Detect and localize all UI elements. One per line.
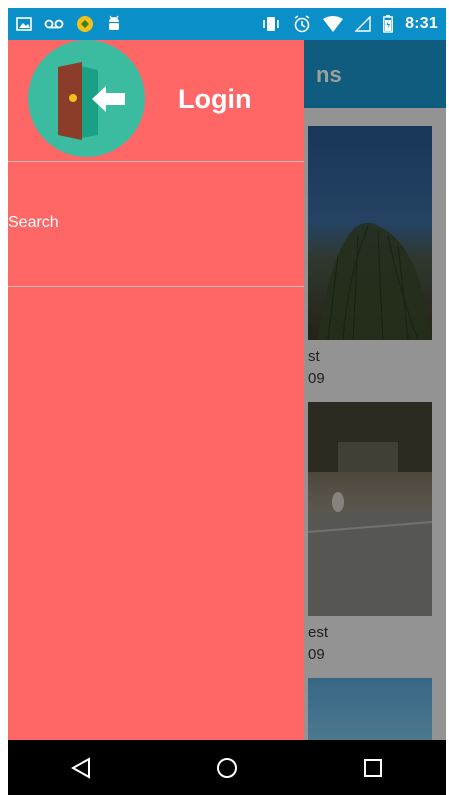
battery-icon — [383, 15, 394, 33]
vibrate-icon — [261, 16, 281, 32]
screen: 8:31 ns st 09 est 09 Login Search — [0, 0, 449, 795]
navigation-drawer: Login Search — [8, 40, 304, 740]
status-bar: 8:31 — [8, 8, 446, 40]
login-door-icon[interactable] — [28, 40, 145, 157]
system-nav-bar — [8, 740, 446, 795]
recents-icon[interactable] — [343, 746, 403, 790]
alarm-icon — [293, 15, 311, 33]
drawer-divider — [8, 161, 304, 162]
sync-badge-icon — [76, 15, 94, 33]
signal-icon — [355, 16, 371, 32]
status-right-icons: 8:31 — [261, 15, 438, 33]
wifi-icon — [323, 16, 344, 32]
login-label[interactable]: Login — [178, 84, 251, 115]
status-left-icons — [16, 15, 122, 33]
status-time: 8:31 — [405, 15, 438, 32]
drawer-header[interactable]: Login — [8, 40, 304, 161]
back-icon[interactable] — [51, 746, 111, 790]
drawer-item-search[interactable]: Search — [8, 214, 59, 232]
home-icon[interactable] — [197, 746, 257, 790]
android-icon — [106, 15, 122, 33]
image-icon — [16, 17, 32, 31]
drawer-divider — [8, 286, 304, 287]
voicemail-icon — [44, 18, 64, 30]
